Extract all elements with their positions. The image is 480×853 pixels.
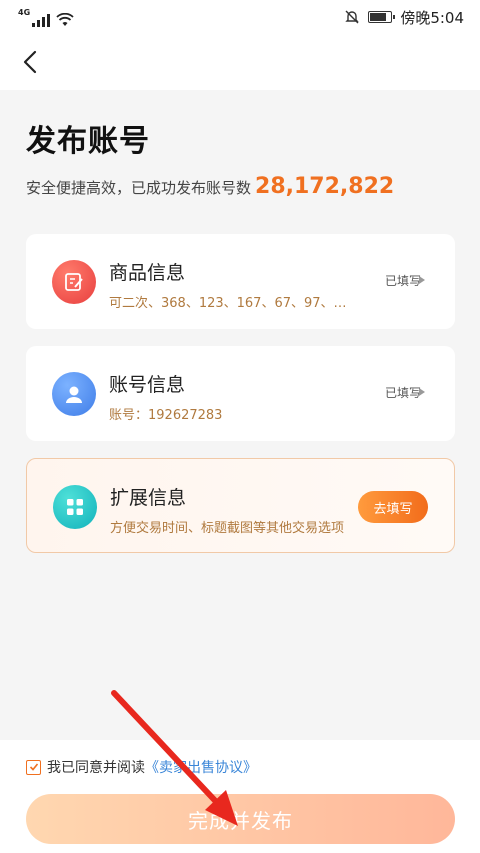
account-info-title: 账号信息	[109, 374, 186, 396]
extension-info-detail: 方便交易时间、标题截图等其他交易选项	[110, 521, 345, 536]
mute-bell-icon	[344, 9, 360, 25]
publish-button[interactable]: 完成并发布	[26, 794, 455, 844]
back-button[interactable]	[14, 46, 46, 78]
checkmark-icon	[29, 763, 38, 771]
extension-info-title: 扩展信息	[110, 487, 187, 509]
network-type: 4G	[18, 7, 31, 17]
product-info-card[interactable]: 商品信息 可二次、368、123、167、67、97、黄… 已填写	[26, 234, 455, 329]
bottom-bar: 我已同意并阅读 《卖家出售协议》 完成并发布	[0, 740, 480, 853]
user-icon	[52, 372, 96, 416]
seller-agreement-link[interactable]: 《卖家出售协议》	[145, 757, 257, 777]
account-info-detail: 账号：192627283	[109, 408, 223, 423]
subtitle-text: 安全便捷高效，已成功发布账号数	[26, 179, 252, 197]
wifi-icon	[56, 12, 74, 27]
account-info-status: 已填写	[384, 386, 421, 400]
extension-info-card[interactable]: 扩展信息 方便交易时间、标题截图等其他交易选项 去填写	[26, 458, 455, 553]
back-arrow-icon	[23, 50, 37, 74]
go-fill-button[interactable]: 去填写	[358, 491, 428, 523]
edit-icon	[52, 260, 96, 304]
agreement-row: 我已同意并阅读 《卖家出售协议》	[26, 757, 257, 777]
published-count: 28,172,822	[255, 174, 395, 199]
agreement-text: 我已同意并阅读	[47, 760, 145, 776]
status-left: 4G	[18, 8, 74, 27]
caret-right-icon	[419, 388, 425, 396]
product-info-status: 已填写	[384, 274, 421, 288]
account-info-card[interactable]: 账号信息 账号：192627283 已填写	[26, 346, 455, 441]
clock: 傍晚5:04	[400, 8, 464, 27]
signal-icon	[32, 13, 51, 27]
product-info-detail: 可二次、368、123、167、67、97、黄…	[109, 296, 354, 311]
agreement-checkbox[interactable]	[26, 759, 41, 775]
battery-icon	[368, 11, 396, 23]
nav-bar	[0, 34, 480, 90]
status-right: 傍晚5:04	[344, 7, 464, 28]
subtitle: 安全便捷高效，已成功发布账号数 28,172,822	[26, 174, 394, 199]
status-bar: 4G 傍晚5:04	[0, 0, 480, 34]
grid-apps-icon	[53, 485, 97, 529]
page-title: 发布账号	[26, 124, 150, 159]
product-info-title: 商品信息	[109, 262, 186, 284]
caret-right-icon	[419, 276, 425, 284]
